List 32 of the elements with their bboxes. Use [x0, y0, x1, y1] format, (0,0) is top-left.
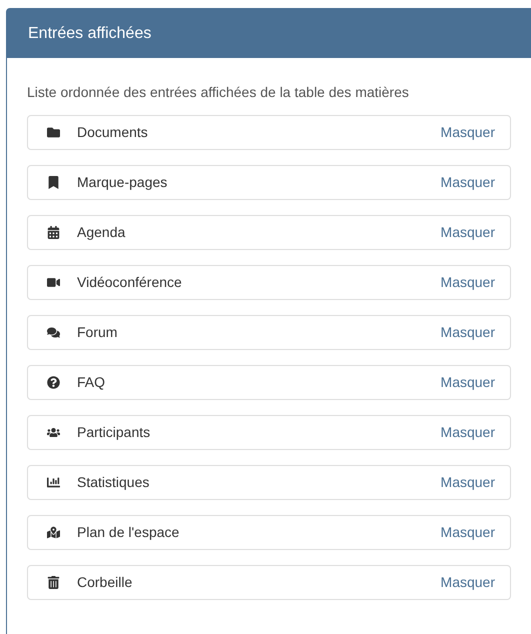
- hide-link[interactable]: Masquer: [440, 472, 495, 493]
- entry-label: Statistiques: [77, 473, 150, 492]
- video-camera-icon: [47, 276, 60, 289]
- entry-label: Vidéoconférence: [77, 273, 182, 292]
- calendar-icon: [47, 226, 60, 239]
- entry-label: Participants: [77, 423, 150, 442]
- folder-icon: [47, 126, 60, 139]
- description: Liste ordonnée des entrées affichées de la table des matières: [27, 83, 410, 102]
- panel-title: Entrées affichées: [28, 24, 152, 44]
- bookmark-icon: [47, 176, 60, 189]
- bar-chart-icon: [47, 476, 60, 489]
- hide-link[interactable]: Masquer: [440, 422, 495, 443]
- entry-label: Corbeille: [77, 573, 132, 592]
- entry-label: Plan de l'espace: [77, 523, 180, 542]
- entry-label: Forum: [77, 323, 118, 342]
- question-icon: [47, 376, 60, 389]
- entry-label: Agenda: [77, 223, 126, 242]
- people-icon: [47, 426, 60, 439]
- trash-icon: [47, 576, 60, 589]
- entry-label: Marque-pages: [77, 173, 168, 192]
- hide-link[interactable]: Masquer: [440, 372, 495, 393]
- hide-link[interactable]: Masquer: [440, 222, 495, 243]
- hide-link[interactable]: Masquer: [440, 522, 495, 543]
- speech-bubbles-icon: [47, 326, 60, 339]
- entry-label: Documents: [77, 123, 148, 142]
- hide-link[interactable]: Masquer: [440, 122, 495, 143]
- map-icon: [47, 526, 60, 539]
- hide-link[interactable]: Masquer: [440, 172, 495, 193]
- hide-link[interactable]: Masquer: [440, 272, 495, 293]
- hide-link[interactable]: Masquer: [440, 572, 495, 593]
- hide-link[interactable]: Masquer: [440, 322, 495, 343]
- entry-label: FAQ: [77, 373, 106, 392]
